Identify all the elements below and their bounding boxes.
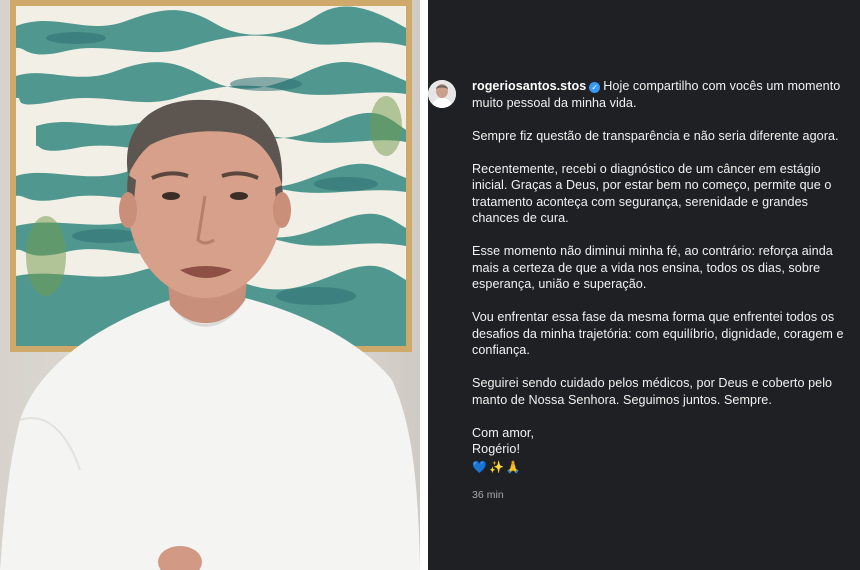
- caption-text: rogeriosantos.stos ✓ Hoje compartilho com …: [472, 78, 850, 504]
- caption-paragraph: Vou enfrentar essa fase da mesma forma q…: [472, 310, 844, 357]
- caption-paragraph: Sempre fiz questão de transparência e nã…: [472, 128, 839, 143]
- signoff-line-2: Rogério!: [472, 442, 521, 456]
- caption-intro: rogeriosantos.stos ✓ Hoje compartilho com …: [472, 78, 850, 111]
- man-in-white-tshirt: [0, 99, 420, 570]
- caption-content: rogeriosantos.stos ✓ Hoje compartilho com …: [428, 78, 850, 504]
- signoff-line-1: Com amor,: [472, 425, 535, 440]
- instagram-caption-panel: rogeriosantos.stos ✓ Hoje compartilho com …: [428, 0, 860, 570]
- username-link[interactable]: rogeriosantos.stos: [472, 79, 586, 93]
- post-timestamp[interactable]: 36 min: [472, 487, 850, 504]
- caption-paragraph: Esse momento não diminui minha fé, ao co…: [472, 244, 833, 291]
- video-still: [0, 0, 420, 570]
- caption-paragraph: Recentemente, recebi o diagnóstico de um…: [472, 161, 832, 226]
- emoji-line: 💙✨🙏: [472, 459, 523, 474]
- panel-divider: [420, 0, 428, 570]
- profile-avatar[interactable]: [428, 80, 456, 108]
- caption-paragraph: Seguirei sendo cuidado pelos médicos, po…: [472, 376, 833, 407]
- verified-badge-icon: ✓: [589, 82, 601, 93]
